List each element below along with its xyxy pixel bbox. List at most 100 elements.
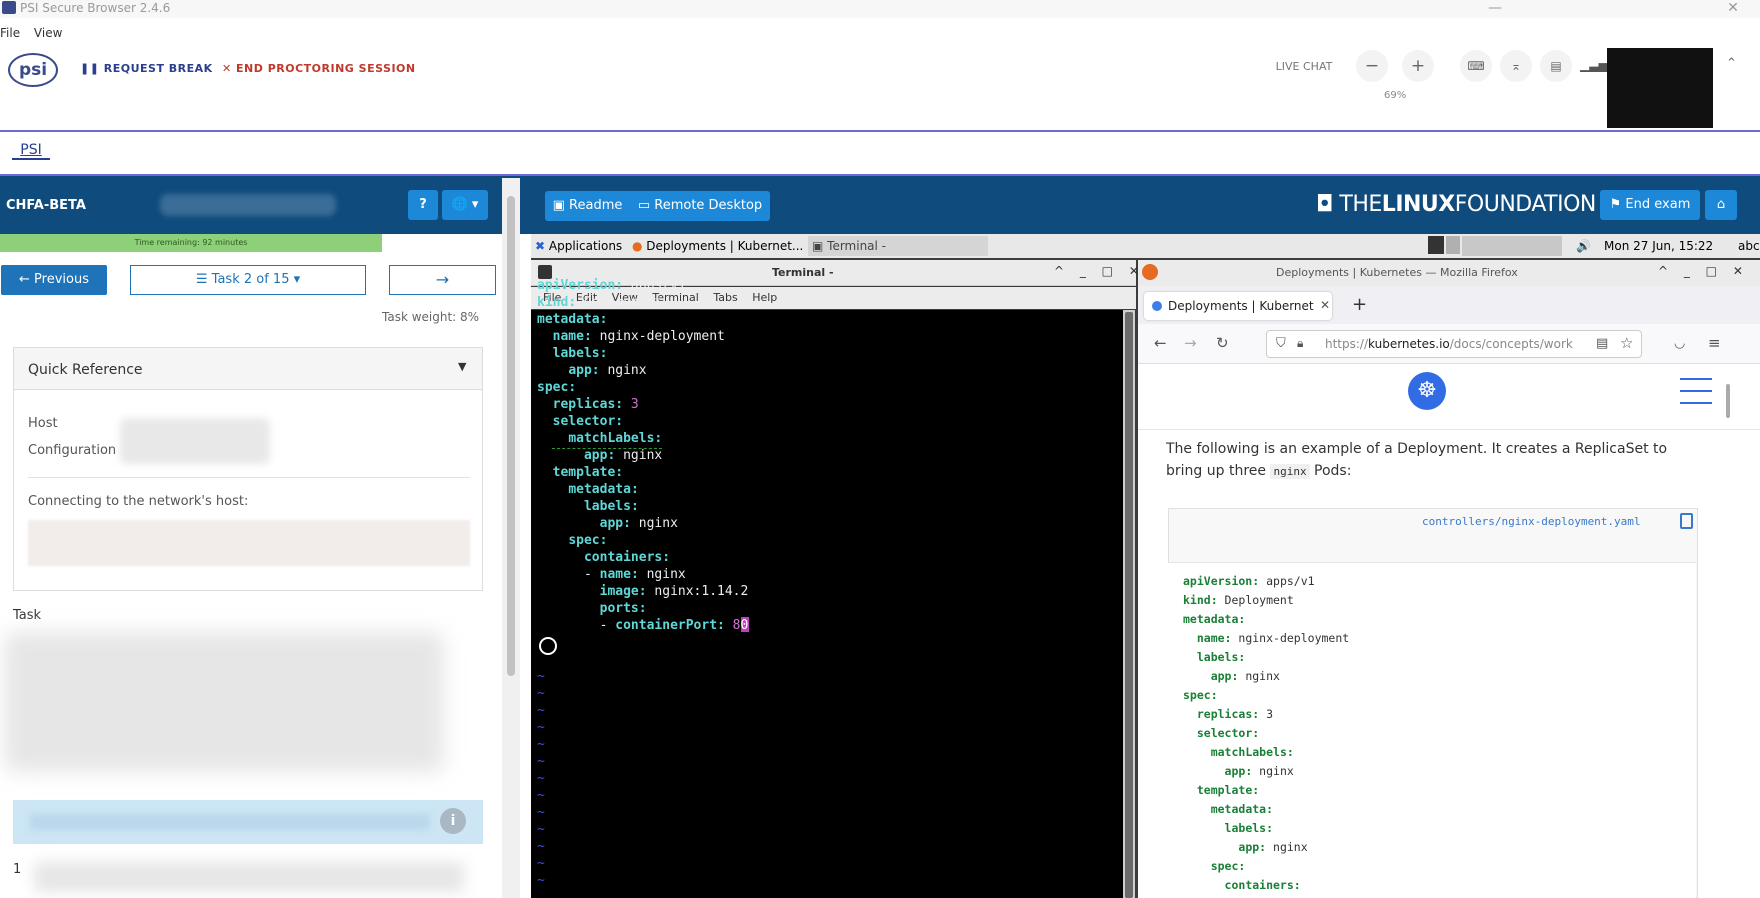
yaml-key: spec: bbox=[1183, 688, 1218, 702]
end-exam-button[interactable]: ⚑ End exam bbox=[1600, 190, 1700, 220]
remote-desktop-button[interactable]: ▭ Remote Desktop bbox=[630, 191, 770, 221]
end-session-label: END PROCTORING SESSION bbox=[236, 62, 416, 75]
reader-view-icon[interactable]: ▤ bbox=[1596, 336, 1608, 351]
connect-instructions: Connecting to the network's host: bbox=[28, 494, 249, 509]
keyboard-icon[interactable]: ⌨ bbox=[1460, 50, 1492, 82]
live-chat-button[interactable]: LIVE CHAT bbox=[1262, 56, 1346, 78]
yaml-key: name bbox=[552, 329, 584, 344]
task-selector[interactable]: ☰ Task 2 of 15 ▾ bbox=[130, 265, 366, 295]
help-button[interactable]: ? bbox=[408, 190, 438, 220]
tray-terminal-icon[interactable] bbox=[1428, 236, 1444, 254]
yaml-colon: : bbox=[568, 295, 577, 310]
menu-file[interactable]: File bbox=[0, 26, 20, 40]
psi-tabstrip bbox=[0, 132, 1760, 176]
yaml-key: labels: bbox=[1196, 650, 1246, 664]
workspace-switcher[interactable] bbox=[1462, 236, 1562, 256]
yaml-key: spec bbox=[537, 380, 569, 395]
step-text-redacted bbox=[34, 862, 464, 892]
readme-label: Readme bbox=[569, 198, 623, 213]
step-number: 1 bbox=[13, 862, 22, 877]
firefox-menu-icon[interactable]: ≡ bbox=[1708, 334, 1721, 352]
taskbar-firefox[interactable]: ● Deployments | Kubernet... bbox=[632, 239, 803, 253]
time-remaining-bar: Time remaining: 92 minutes bbox=[0, 234, 382, 252]
deployment-description: The following is an example of a Deploym… bbox=[1166, 438, 1706, 483]
yaml-colon: : bbox=[599, 346, 608, 361]
terminal-line: spec: bbox=[537, 379, 576, 396]
yaml-value: 8 bbox=[724, 618, 741, 633]
calculator-icon[interactable]: ⌅ bbox=[1500, 50, 1532, 82]
minimize-button[interactable]: — bbox=[1480, 0, 1510, 16]
terminal-menu-help[interactable]: Help bbox=[752, 291, 777, 304]
forward-arrow-icon[interactable]: → bbox=[1184, 334, 1197, 352]
terminal-line: kind: Deployment bbox=[537, 294, 662, 311]
terminal-menu-tabs[interactable]: Tabs bbox=[713, 291, 737, 304]
volume-icon[interactable]: 🔊 bbox=[1576, 239, 1591, 253]
end-exam-label: End exam bbox=[1625, 197, 1691, 212]
code-file-link[interactable]: controllers/nginx-deployment.yaml bbox=[1422, 515, 1641, 528]
close-window-button[interactable]: ✕ bbox=[1718, 0, 1748, 16]
pocket-icon[interactable]: ◡ bbox=[1674, 336, 1685, 351]
language-button[interactable]: 🌐 ▾ bbox=[442, 190, 488, 220]
code-line: labels: bbox=[1183, 819, 1273, 838]
readme-button[interactable]: ▣ Readme bbox=[545, 191, 630, 221]
applications-menu[interactable]: ✖ Applications bbox=[535, 239, 622, 253]
shield-icon[interactable]: ⛉ bbox=[1276, 336, 1286, 351]
yaml-colon: : bbox=[630, 567, 639, 582]
yaml-key: matchLabels bbox=[568, 431, 655, 446]
terminal-scrollbar-thumb[interactable] bbox=[1125, 312, 1133, 898]
candidate-name-redacted bbox=[160, 194, 336, 216]
close-tab-icon[interactable]: ✕ bbox=[1320, 298, 1330, 312]
url-bar[interactable]: https://kubernetes.io/docs/concepts/work bbox=[1266, 330, 1642, 358]
code-line: labels: bbox=[1183, 648, 1245, 667]
zoom-out-button[interactable]: − bbox=[1356, 50, 1388, 82]
yaml-key: metadata bbox=[568, 482, 631, 497]
yaml-value: nginx-deployment bbox=[1231, 631, 1350, 645]
yaml-key: containers bbox=[583, 550, 663, 565]
menu-view[interactable]: View bbox=[34, 26, 62, 40]
hamburger-menu-middle-bar bbox=[1680, 390, 1712, 392]
kubernetes-logo-icon[interactable]: ☸ bbox=[1408, 372, 1446, 410]
keyboard-layout-indicator[interactable]: abc bbox=[1738, 239, 1760, 253]
terminal-line: ports: bbox=[537, 600, 647, 617]
window-title: PSI Secure Browser 2.4.6 bbox=[20, 1, 171, 15]
taskbar-terminal[interactable]: ▣ Terminal - bbox=[812, 239, 886, 253]
new-tab-button[interactable]: + bbox=[1352, 294, 1367, 315]
terminal-window-controls[interactable]: ^ _ □ ✕ bbox=[1054, 264, 1145, 278]
scrollbar-thumb[interactable] bbox=[507, 196, 515, 676]
home-button[interactable]: ⌂ bbox=[1705, 190, 1737, 220]
code-line: app: nginx bbox=[1183, 838, 1307, 857]
back-arrow-icon[interactable]: ← bbox=[1154, 334, 1167, 352]
task-heading: Task bbox=[13, 608, 42, 623]
terminal-line: selector: bbox=[537, 413, 623, 430]
reload-icon[interactable]: ↻ bbox=[1216, 334, 1229, 352]
yaml-value: nginx bbox=[1252, 764, 1294, 778]
yaml-colon: : bbox=[615, 278, 624, 293]
notepad-icon[interactable]: ▤ bbox=[1540, 50, 1572, 82]
terminal-line: metadata: bbox=[537, 311, 607, 328]
previous-task-button[interactable]: ← Previous bbox=[1, 265, 107, 295]
copy-icon[interactable] bbox=[1680, 513, 1693, 529]
tray-firefox-icon[interactable] bbox=[1446, 236, 1460, 254]
request-break-button[interactable]: ❚❚ REQUEST BREAK bbox=[80, 62, 213, 75]
page-scrollbar[interactable] bbox=[1726, 384, 1730, 418]
chevron-down-icon[interactable]: ▼ bbox=[458, 360, 466, 373]
code-line: template: bbox=[1183, 781, 1259, 800]
lock-icon[interactable]: 🔒︎ bbox=[1297, 336, 1303, 351]
firefox-window-controls[interactable]: ^ _ □ ✕ bbox=[1658, 264, 1749, 278]
end-proctoring-session-button[interactable]: ✕ END PROCTORING SESSION bbox=[222, 62, 416, 75]
yaml-key: labels bbox=[552, 346, 600, 361]
bookmark-star-icon[interactable]: ☆ bbox=[1620, 334, 1633, 352]
yaml-value: apps/v1 bbox=[1259, 574, 1315, 588]
tab-psi[interactable]: PSI bbox=[12, 142, 50, 160]
next-task-button[interactable]: → bbox=[389, 265, 496, 295]
zoom-in-button[interactable]: + bbox=[1402, 50, 1434, 82]
yaml-key: labels: bbox=[1224, 821, 1274, 835]
firefox-tab-deployments[interactable]: Deployments | Kubernet bbox=[1144, 292, 1332, 320]
doc-text-part1: The following is an example of a Deploym… bbox=[1166, 441, 1668, 479]
collapse-toolbar-button[interactable]: ⌃ bbox=[1726, 56, 1737, 71]
yaml-value: nginx bbox=[630, 516, 678, 531]
